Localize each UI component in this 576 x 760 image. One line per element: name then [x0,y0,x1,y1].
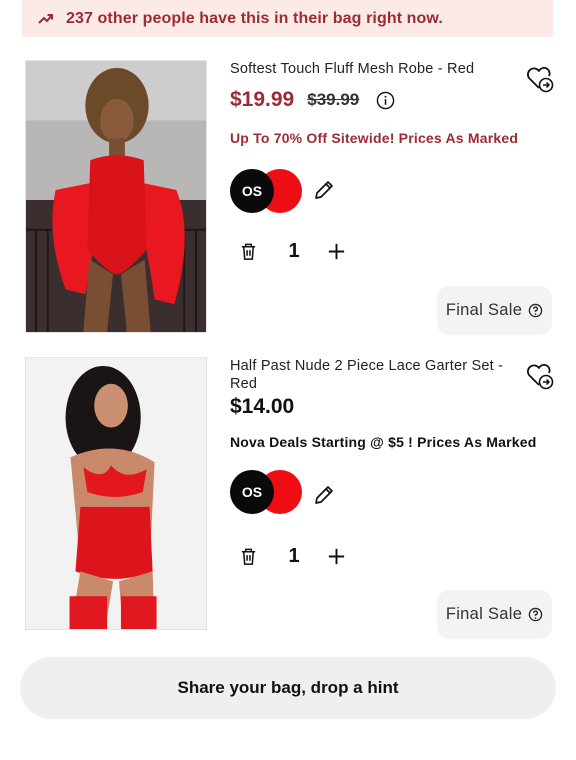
final-sale-label: Final Sale [445,301,523,319]
trash-icon[interactable] [238,546,259,567]
help-icon [528,607,543,622]
size-badge: OS [230,169,274,213]
quantity-value: 1 [288,545,300,567]
edit-icon[interactable] [312,483,336,507]
move-to-wishlist-icon[interactable] [525,64,555,94]
product-image[interactable] [25,357,207,630]
plus-icon[interactable] [326,241,347,262]
product-name[interactable]: Half Past Nude 2 Piece Lace Garter Set -… [230,357,515,393]
price-row: $19.99 $39.99 [230,88,395,112]
promo-text: Up To 70% Off Sitewide! Prices As Marked [230,130,519,146]
share-bag-button[interactable]: Share your bag, drop a hint [20,657,556,719]
product-name[interactable]: Softest Touch Fluff Mesh Robe - Red [230,60,515,78]
quantity-value: 1 [288,240,300,262]
social-proof-banner: 237 other people have this in their bag … [22,0,553,37]
trending-up-icon [38,13,53,24]
sale-price: $19.99 [230,88,295,111]
variant-swatches: OS [230,470,310,514]
final-sale-badge[interactable]: Final Sale [437,286,552,335]
final-sale-label: Final Sale [445,605,523,623]
edit-icon[interactable] [312,178,336,202]
product-image[interactable] [25,60,207,333]
original-price: $39.99 [307,90,360,109]
trash-icon[interactable] [238,241,259,262]
final-sale-badge[interactable]: Final Sale [437,590,552,639]
banner-text: 237 other people have this in their bag … [66,9,443,27]
help-icon [528,303,543,318]
promo-text: Nova Deals Starting @ $5 ! Prices As Mar… [230,434,537,450]
size-badge: OS [230,470,274,514]
info-icon[interactable] [376,91,395,110]
plus-icon[interactable] [326,546,347,567]
variant-swatches: OS [230,169,310,213]
move-to-wishlist-icon[interactable] [525,361,555,391]
quantity-stepper: 1 [238,545,347,568]
price-row: $14.00 [230,395,294,419]
quantity-stepper: 1 [238,240,347,263]
price: $14.00 [230,395,295,418]
